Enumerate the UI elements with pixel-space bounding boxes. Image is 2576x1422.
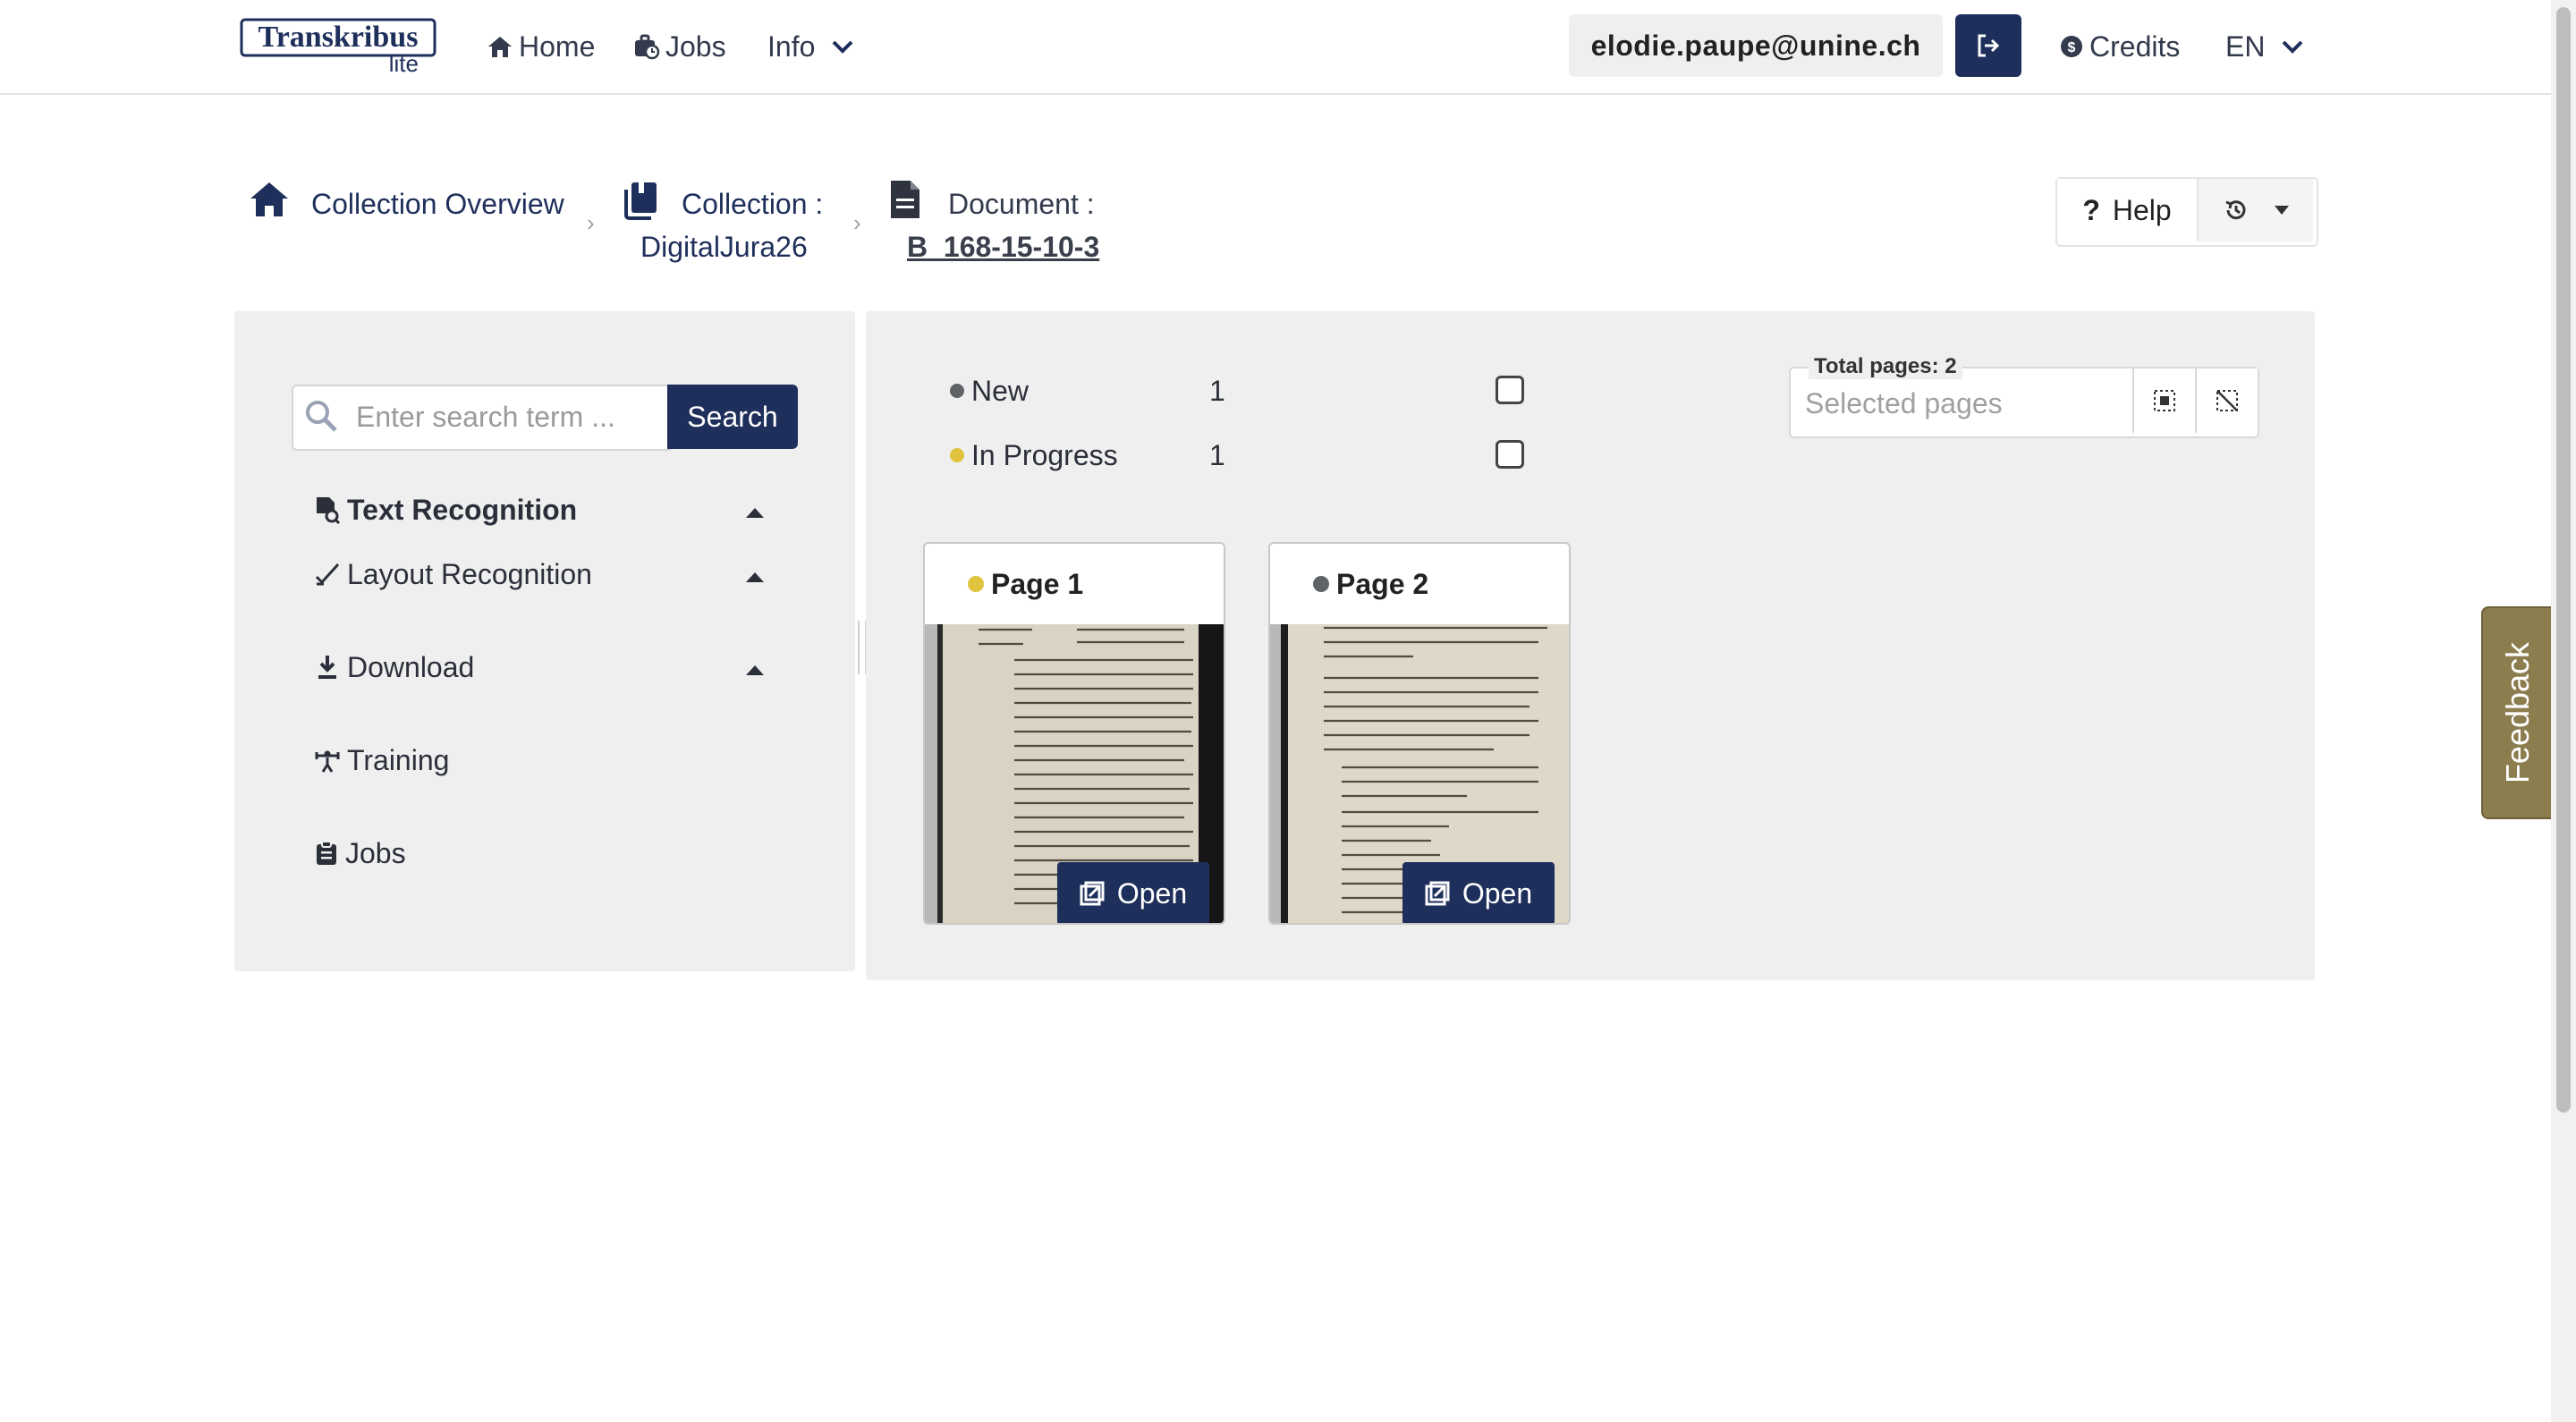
language-label: EN [2225, 30, 2266, 63]
breadcrumb-separator: › [853, 209, 861, 236]
logo-text: Transkribus [258, 21, 419, 54]
dumbbell-person-icon [315, 750, 340, 773]
caret-up-icon[interactable] [746, 572, 764, 582]
sidebar-item-download[interactable]: Download [315, 645, 474, 690]
status-dot [950, 384, 964, 398]
breadcrumb-separator: › [587, 209, 595, 236]
select-all-icon [2154, 390, 2175, 411]
status-row-new: New [950, 368, 1029, 413]
nav-home-label: Home [519, 30, 596, 63]
sidebar-item-label: Download [347, 650, 475, 683]
caret-up-icon[interactable] [746, 665, 764, 675]
deselect-all-button[interactable] [2195, 368, 2258, 433]
page-status-dot [968, 576, 984, 592]
logout-icon [1978, 34, 2000, 57]
nav-home[interactable]: Home [487, 27, 595, 66]
credits-link[interactable]: $ Credits [2059, 27, 2180, 66]
open-label: Open [1462, 876, 1533, 910]
history-dropdown-button[interactable] [2199, 179, 2313, 241]
status-count: 1 [1209, 438, 1225, 471]
home-icon [488, 37, 512, 57]
download-icon [318, 656, 336, 679]
user-email-badge[interactable]: elodie.paupe@unine.ch [1569, 14, 1943, 77]
status-label: New [971, 374, 1030, 407]
history-icon [2225, 200, 2246, 220]
sidebar-item-label: Training [347, 743, 450, 776]
page-status-dot [1313, 576, 1329, 592]
sidebar-item-label: Text Recognition [347, 493, 578, 526]
breadcrumb-document-name[interactable]: B_168-15-10-3 [907, 231, 1099, 264]
status-dot [950, 448, 964, 462]
feedback-tab[interactable]: Feedback [2481, 606, 2555, 819]
nav-info-dropdown[interactable]: Info [767, 27, 854, 66]
page-card[interactable]: Page 1 Open [923, 542, 1225, 925]
briefcase-clock-icon [635, 34, 660, 60]
page-title: Page 2 [1336, 567, 1429, 600]
sidebar-item-label: Layout Recognition [347, 557, 592, 590]
sidebar-item-layout-recognition[interactable]: Layout Recognition [315, 552, 592, 597]
sidebar-item-training[interactable]: Training [315, 738, 449, 783]
language-dropdown[interactable]: EN [2225, 27, 2304, 66]
status-row-in-progress: In Progress [950, 433, 1118, 478]
feedback-label: Feedback [2499, 641, 2536, 784]
search-icon [304, 399, 338, 437]
page-card-header: Page 1 [925, 544, 1224, 624]
status-count: 1 [1209, 374, 1225, 407]
page-card[interactable]: Page 2 Open [1268, 542, 1571, 925]
document-icon [889, 179, 921, 224]
open-page-button[interactable]: Open [1402, 862, 1555, 923]
breadcrumb-document-label: Document : [948, 188, 1095, 220]
open-external-icon [1425, 881, 1450, 906]
svg-text:$: $ [2068, 40, 2076, 55]
home-icon [249, 181, 290, 223]
scrollbar-thumb[interactable] [2556, 7, 2571, 1113]
question-icon: ? [2082, 193, 2100, 226]
total-pages-legend: Total pages: 2 [1809, 354, 1962, 379]
book-icon [623, 181, 660, 224]
sidebar-item-jobs[interactable]: Jobs [315, 831, 406, 876]
coin-icon: $ [2061, 36, 2082, 57]
nav-info-label: Info [767, 30, 816, 63]
help-button[interactable]: ? Help [2057, 179, 2199, 241]
page-card-header: Page 2 [1270, 544, 1569, 624]
sidebar-item-label: Jobs [345, 836, 406, 869]
logo-subtext: lite [389, 50, 419, 75]
open-page-button[interactable]: Open [1057, 862, 1209, 923]
page-title: Page 1 [991, 567, 1084, 600]
caret-up-icon[interactable] [746, 508, 764, 518]
clipboard-icon [317, 841, 336, 865]
layout-brush-icon [315, 563, 340, 586]
help-label: Help [2112, 193, 2172, 226]
sidebar-item-text-recognition[interactable]: Text Recognition [315, 487, 577, 532]
status-in-progress-checkbox[interactable] [1496, 440, 1524, 469]
breadcrumb-collection-overview[interactable]: Collection Overview [311, 188, 564, 221]
status-new-checkbox[interactable] [1496, 376, 1524, 404]
select-all-button[interactable] [2132, 368, 2195, 433]
logout-button[interactable] [1955, 14, 2021, 77]
breadcrumb-collection-label: Collection : [682, 188, 824, 220]
search-input[interactable] [354, 394, 662, 440]
transkribus-logo[interactable]: Transkribus lite [240, 16, 438, 77]
search-button[interactable]: Search [667, 385, 798, 449]
nav-jobs[interactable]: Jobs [633, 27, 726, 66]
status-label: In Progress [971, 438, 1118, 471]
selected-pages-input[interactable] [1803, 383, 2129, 424]
chevron-down-icon [2283, 40, 2303, 54]
open-label: Open [1116, 876, 1188, 910]
open-external-icon [1080, 881, 1105, 906]
breadcrumb-collection-name[interactable]: DigitalJura26 [640, 231, 808, 264]
chevron-down-icon [832, 40, 853, 54]
document-scan-icon [317, 497, 340, 524]
nav-jobs-label: Jobs [665, 30, 726, 63]
caret-down-icon [2275, 206, 2289, 215]
credits-label: Credits [2089, 30, 2181, 63]
deselect-icon [2216, 390, 2238, 411]
